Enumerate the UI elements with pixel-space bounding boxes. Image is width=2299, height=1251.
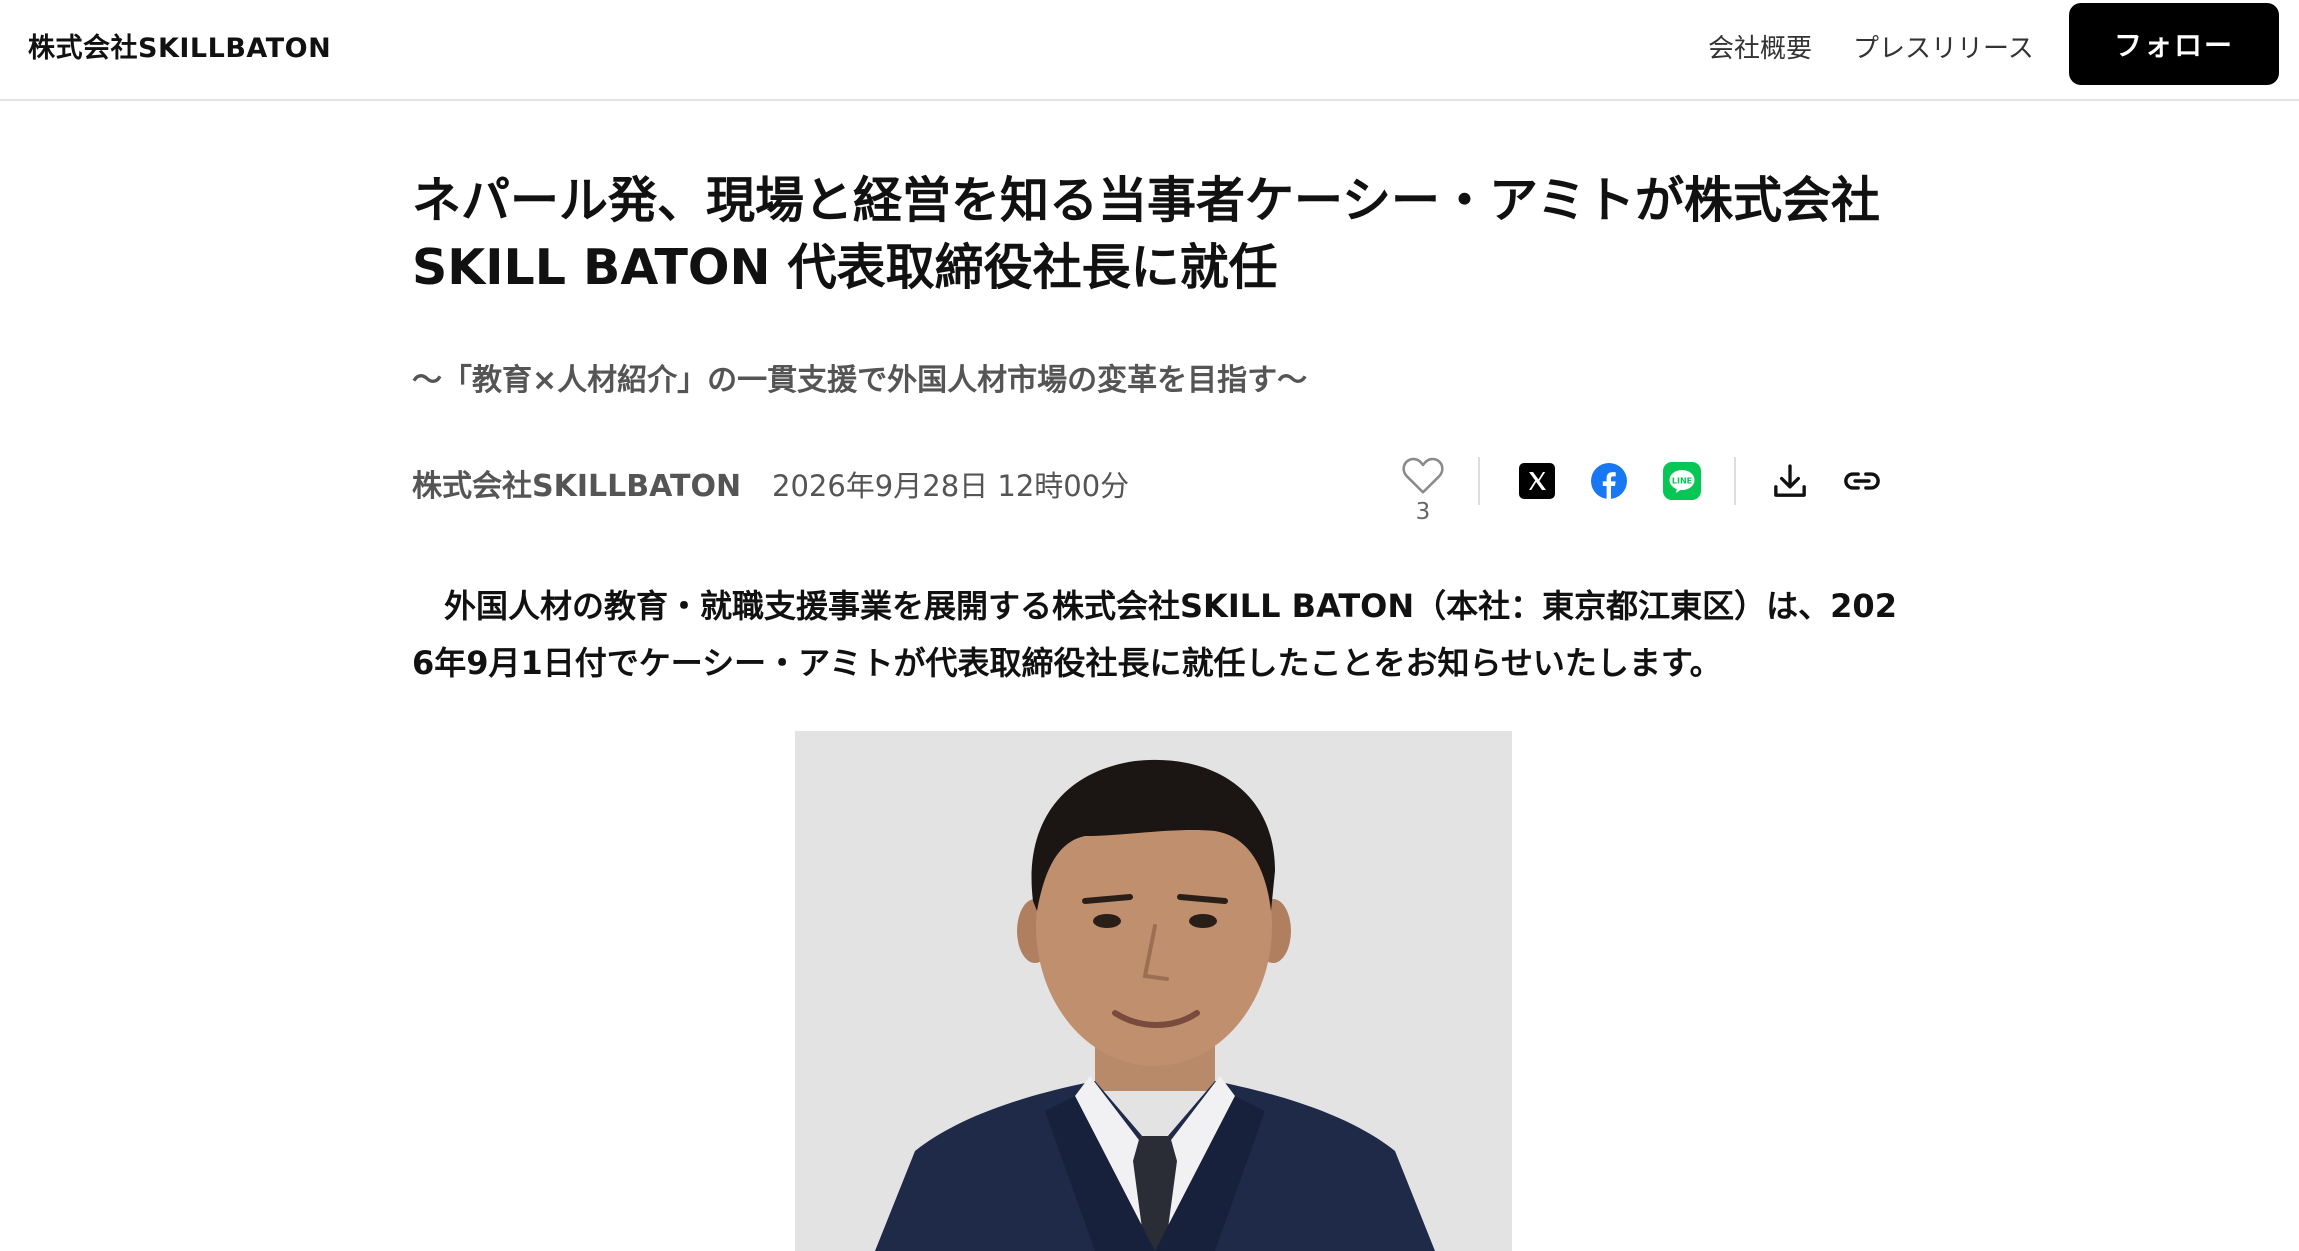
share-x-button[interactable] (1517, 461, 1557, 501)
facebook-icon (1591, 463, 1627, 499)
share-facebook-button[interactable] (1589, 461, 1629, 501)
divider (1734, 457, 1736, 505)
article-date: 2026年9月28日 12時00分 (772, 469, 1130, 503)
ceo-portrait-photo (795, 731, 1512, 1251)
article-company-link[interactable]: 株式会社SKILLBATON (412, 461, 741, 505)
article-title: ネパール発、現場と経営を知る当事者ケーシー・アミトが株式会社SKILL BATO… (412, 172, 1881, 296)
article-subtitle: 〜「教育×人材紹介」の一貫支援で外国人材市場の変革を目指す〜 (412, 363, 1308, 398)
download-icon (1774, 464, 1806, 497)
nav-link-press-releases[interactable]: プレスリリース (1853, 28, 2034, 65)
top-navigation-bar: 株式会社SKILLBATON 会社概要 プレスリリース フォロー (0, 0, 2299, 101)
copy-link-button[interactable] (1842, 461, 1882, 501)
share-line-button[interactable]: LINE (1662, 461, 1702, 501)
like-count: 3 (1415, 499, 1431, 525)
x-logo-icon (1519, 463, 1555, 499)
download-button[interactable] (1770, 461, 1810, 501)
link-icon (1844, 472, 1880, 490)
like-button[interactable] (1400, 455, 1446, 499)
heart-icon (1402, 457, 1444, 494)
divider (1478, 457, 1480, 505)
nav-link-company-profile[interactable]: 会社概要 (1708, 28, 1812, 65)
line-icon: LINE (1663, 462, 1701, 500)
portrait-illustration (795, 731, 1512, 1251)
article-lead-paragraph: 外国人材の教育・就職支援事業を展開する株式会社SKILL BATON（本社：東京… (412, 587, 1897, 682)
svg-text:LINE: LINE (1672, 477, 1692, 486)
follow-button[interactable]: フォロー (2069, 3, 2279, 85)
brand-logo-link[interactable]: 株式会社SKILLBATON (28, 26, 331, 65)
